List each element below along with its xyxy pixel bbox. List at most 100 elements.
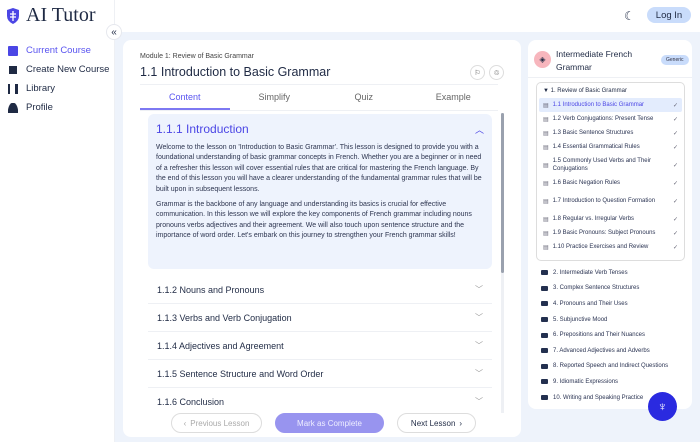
check-icon: ✓ — [672, 230, 678, 237]
app-name: AI Tutor — [26, 4, 96, 26]
document-icon: ▤ — [543, 180, 549, 187]
lesson-item[interactable]: ▤ 1.4 Essential Grammatical Rules ✓ — [539, 140, 682, 154]
lesson-title: 1.6 Basic Negation Rules — [552, 180, 621, 186]
check-icon: ✓ — [672, 102, 678, 109]
check-icon: ✓ — [672, 180, 678, 187]
sidebar: AI Tutor Current Course Create New Cours… — [0, 0, 115, 442]
lesson-title: 1.1 Introduction to Basic Grammar — [140, 65, 331, 79]
folder-icon — [541, 348, 548, 354]
lesson-item[interactable]: ▤ 1.5 Commonly Used Verbs and Their Conju… — [539, 154, 682, 176]
next-lesson-button[interactable]: Next Lesson › — [397, 413, 476, 433]
lesson-title: 1.5 Commonly Used Verbs and Their Conjug… — [552, 158, 651, 172]
sidebar-item-library[interactable]: Library — [8, 79, 109, 98]
lesson-panel: Module 1: Review of Basic Grammar 1.1 In… — [123, 40, 521, 437]
folder-icon — [541, 395, 548, 401]
module-title: 3. Complex Sentence Structures — [553, 285, 640, 292]
lesson-title: 1.8 Regular vs. Irregular Verbs — [552, 216, 635, 222]
recycle-icon[interactable]: ♲ — [489, 65, 504, 80]
lesson-item[interactable]: ▤ 1.3 Basic Sentence Structures ✓ — [539, 126, 682, 140]
document-icon: ▤ — [543, 130, 549, 137]
section-title: 1.1.3 Verbs and Verb Conjugation — [157, 312, 292, 323]
lesson-item[interactable]: ▤ 1.1 Introduction to Basic Grammar ✓ — [539, 98, 682, 112]
document-icon: ▤ — [543, 198, 549, 205]
tab-simplify[interactable]: Simplify — [230, 85, 320, 110]
folder-icon — [541, 317, 548, 323]
module-1: ▼ 1. Review of Basic Grammar ▤ 1.1 Introd… — [536, 82, 685, 261]
book-icon — [8, 45, 18, 56]
check-icon: ✓ — [672, 162, 678, 169]
button-label: Previous Lesson — [190, 418, 250, 428]
check-icon: ✓ — [672, 116, 678, 123]
module-item[interactable]: 7. Advanced Adjectives and Adverbs — [528, 343, 692, 359]
flag-icon[interactable]: ⚐ — [470, 65, 485, 80]
nav-label: Create New Course — [26, 64, 110, 75]
section-title: 1.1.5 Sentence Structure and Word Order — [157, 368, 324, 379]
folder-icon — [541, 301, 548, 307]
button-label: Next Lesson — [410, 418, 456, 428]
lesson-item[interactable]: ▤ 1.9 Basic Pronouns: Subject Pronouns ✓ — [539, 226, 682, 240]
logo[interactable]: AI Tutor — [6, 4, 95, 27]
lesson-item[interactable]: ▤ 1.10 Practice Exercises and Review ✓ — [539, 240, 682, 254]
previous-lesson-button[interactable]: ‹ Previous Lesson — [171, 413, 262, 433]
section-title: 1.1.1 Introduction — [156, 122, 249, 136]
mark-complete-button[interactable]: Mark as Complete — [275, 413, 384, 433]
course-title: Intermediate French Grammar — [556, 49, 633, 72]
lesson-item[interactable]: ▤ 1.7 Introduction to Question Formation ✓ — [539, 190, 682, 212]
module-item[interactable]: 8. Reported Speech and Indirect Question… — [528, 359, 692, 375]
chevron-down-icon: ﹀ — [475, 341, 483, 350]
module-title: 9. Idiomatic Expressions — [553, 378, 619, 385]
tab-example[interactable]: Example — [409, 85, 499, 110]
check-icon: ✓ — [672, 130, 678, 137]
sidebar-item-profile[interactable]: Profile — [8, 98, 109, 117]
document-icon: ▤ — [543, 216, 549, 223]
scrollbar-thumb[interactable] — [501, 113, 504, 273]
check-icon: ✓ — [672, 198, 678, 205]
lesson-title: 1.1 Introduction to Basic Grammar — [552, 102, 645, 108]
module-title: 10. Writing and Speaking Practice — [553, 394, 644, 401]
document-icon: ▤ — [543, 116, 549, 123]
paragraph: Grammar is the backbone of any language … — [156, 201, 472, 240]
module-item[interactable]: 2. Intermediate Verb Tenses — [528, 265, 692, 281]
module-item[interactable]: 4. Pronouns and Their Uses — [528, 296, 692, 312]
section-accordion[interactable]: 1.1.5 Sentence Structure and Word Order ﹀ — [148, 360, 492, 388]
section-accordion[interactable]: 1.1.4 Adjectives and Agreement ﹀ — [148, 332, 492, 360]
sidebar-item-create-course[interactable]: Create New Course — [8, 60, 109, 79]
lesson-title: 1.4 Essential Grammatical Rules — [552, 144, 640, 150]
section-introduction: 1.1.1 Introduction ︿ Welcome to the lesso… — [148, 114, 492, 269]
module-title: 7. Advanced Adjectives and Adverbs — [553, 347, 650, 354]
section-header[interactable]: 1.1.1 Introduction ︿ — [156, 120, 484, 138]
lesson-item[interactable]: ▤ 1.8 Regular vs. Irregular Verbs ✓ — [539, 212, 682, 226]
document-icon: ▤ — [543, 102, 549, 109]
tab-quiz[interactable]: Quiz — [319, 85, 409, 110]
paragraph: Welcome to the lesson on 'Introduction t… — [156, 144, 482, 193]
folder-icon — [541, 379, 548, 385]
collapse-sidebar-button[interactable]: « — [106, 24, 122, 40]
lesson-item[interactable]: ▤ 1.2 Verb Conjugations: Present Tense ✓ — [539, 112, 682, 126]
tab-content[interactable]: Content — [140, 85, 230, 110]
section-title: 1.1.4 Adjectives and Agreement — [157, 340, 284, 351]
chevron-down-icon: ﹀ — [475, 397, 483, 406]
course-badge: Generic — [661, 55, 689, 65]
divider — [528, 77, 692, 78]
section-title: 1.1.6 Conclusion — [157, 396, 225, 407]
dark-mode-toggle-icon[interactable]: ☾ — [624, 9, 635, 23]
section-title: 1.1.2 Nouns and Pronouns — [157, 284, 265, 295]
chevron-left-icon: ‹ — [183, 418, 187, 428]
section-accordion[interactable]: 1.1.3 Verbs and Verb Conjugation ﹀ — [148, 304, 492, 332]
module-item[interactable]: 6. Prepositions and Their Nuances — [528, 327, 692, 343]
assistant-fab-button[interactable]: ♆ — [648, 392, 677, 421]
section-accordion[interactable]: 1.1.2 Nouns and Pronouns ﹀ — [148, 276, 492, 304]
document-icon: ▤ — [543, 162, 549, 169]
login-button[interactable]: Log In — [647, 7, 691, 23]
module-header[interactable]: ▼ 1. Review of Basic Grammar — [539, 86, 682, 98]
module-item[interactable]: 3. Complex Sentence Structures — [528, 281, 692, 297]
module-item[interactable]: 5. Subjunctive Mood — [528, 312, 692, 328]
edit-icon — [9, 65, 17, 74]
scrollbar[interactable] — [501, 113, 504, 413]
module-item[interactable]: 9. Idiomatic Expressions — [528, 374, 692, 390]
folder-icon — [541, 285, 548, 291]
section-accordion[interactable]: 1.1.6 Conclusion ﹀ — [148, 388, 492, 414]
sidebar-item-current-course[interactable]: Current Course — [8, 41, 109, 60]
lesson-item[interactable]: ▤ 1.6 Basic Negation Rules ✓ — [539, 176, 682, 190]
chevron-down-icon: ﹀ — [475, 285, 483, 294]
